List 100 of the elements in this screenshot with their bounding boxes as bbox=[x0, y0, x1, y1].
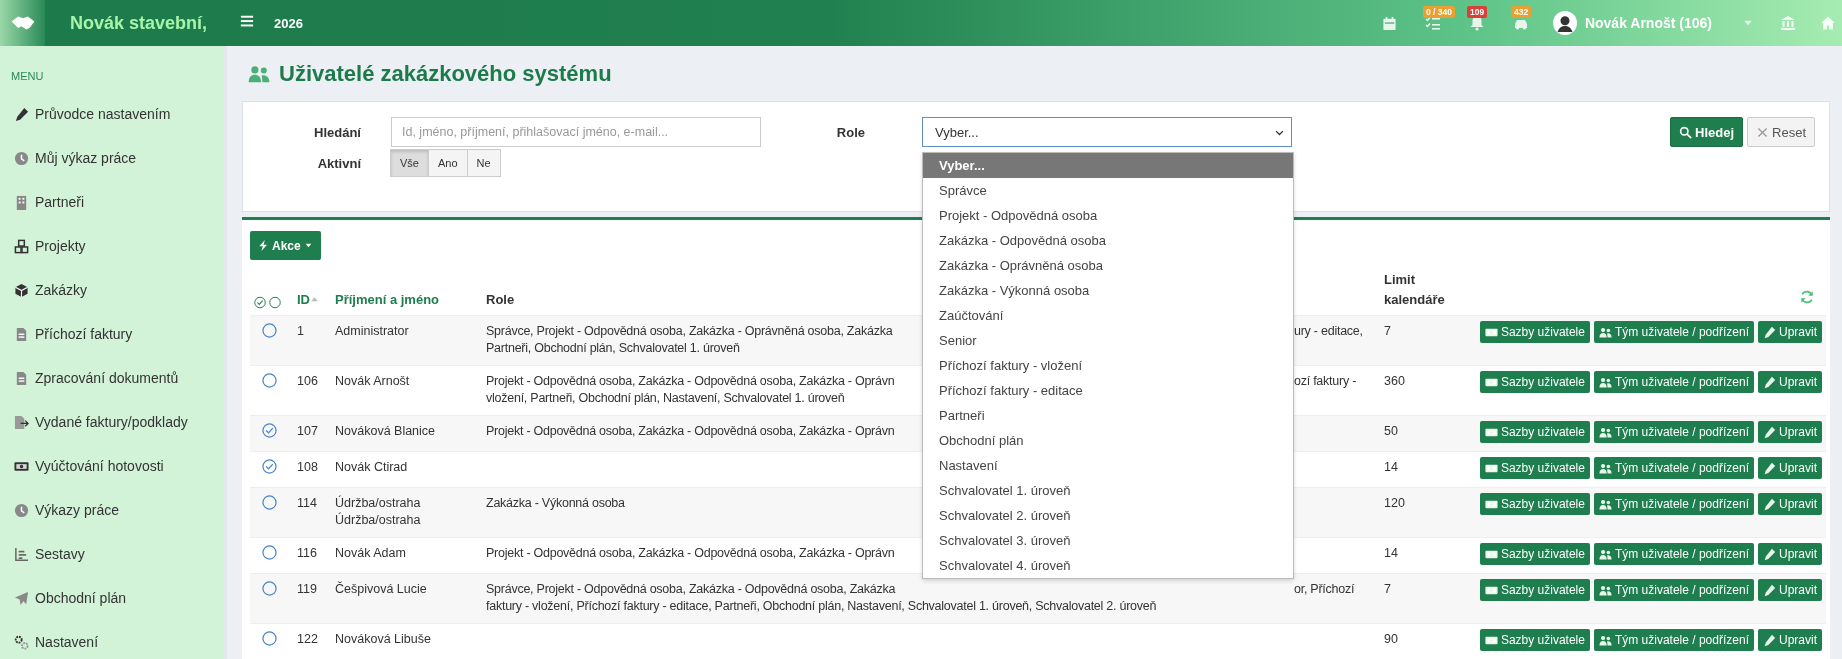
dropdown-option[interactable]: Partneři bbox=[923, 403, 1293, 428]
sidebar-item[interactable]: Vyúčtování hotovosti bbox=[35, 458, 164, 474]
table-cell: 360 bbox=[1384, 374, 1405, 388]
dropdown-option[interactable]: Vyber... bbox=[923, 153, 1293, 178]
table-cell: vložení, Partneři, Obchodní plán, Nastavení, Schvalovatel 1. úroveň bbox=[486, 390, 845, 407]
edit-button[interactable]: Upravit bbox=[1758, 629, 1822, 651]
dropdown-option[interactable]: Zakázka - Oprávněná osoba bbox=[923, 253, 1293, 278]
column-header: Role bbox=[486, 292, 515, 307]
dropdown-option[interactable]: Obchodní plán bbox=[923, 428, 1293, 453]
checklist-icon[interactable] bbox=[1424, 15, 1441, 31]
filter-toggle[interactable]: Vše bbox=[390, 149, 429, 177]
dropdown-option[interactable]: Projekt - Odpovědná osoba bbox=[923, 203, 1293, 228]
dropdown-option[interactable]: Schvalovatel 4. úroveň bbox=[923, 553, 1293, 578]
table-cell: Češpivová Lucie bbox=[335, 582, 427, 596]
column-header[interactable]: ID bbox=[297, 292, 310, 307]
rates-button[interactable]: Sazby uživatele bbox=[1479, 421, 1590, 443]
column-header[interactable]: Příjmení a jméno bbox=[335, 292, 440, 307]
sidebar-item[interactable]: Průvodce nastavením bbox=[35, 106, 171, 122]
filter-toggle[interactable]: Ne bbox=[466, 149, 501, 177]
table-cell: 90 bbox=[1384, 632, 1398, 646]
sidebar-item[interactable]: Vydané faktury/podklady bbox=[35, 414, 188, 430]
team-button[interactable]: Tým uživatele / podřízení bbox=[1593, 629, 1754, 651]
filter-toggle[interactable]: Ano bbox=[427, 149, 468, 177]
search-field[interactable]: Id, jméno, příjmení, přihlašovací jméno, e-mail... bbox=[391, 117, 761, 147]
dropdown-option[interactable]: Senior bbox=[923, 328, 1293, 353]
team-button[interactable]: Tým uživatele / podřízení bbox=[1593, 543, 1754, 565]
users-icon bbox=[1598, 583, 1612, 597]
edit-button[interactable]: Upravit bbox=[1758, 321, 1822, 343]
dropdown-option[interactable]: Příchozí faktury - editace bbox=[923, 378, 1293, 403]
table-cell: 114 bbox=[297, 496, 317, 510]
checked-circle-icon[interactable] bbox=[262, 459, 277, 474]
dropdown-option[interactable]: Zaúčtování bbox=[923, 303, 1293, 328]
team-button[interactable]: Tým uživatele / podřízení bbox=[1593, 421, 1754, 443]
rates-button[interactable]: Sazby uživatele bbox=[1479, 579, 1590, 601]
dropdown-option[interactable]: Schvalovatel 1. úroveň bbox=[923, 478, 1293, 503]
edit-button[interactable]: Upravit bbox=[1758, 421, 1822, 443]
table-cell: 7 bbox=[1384, 582, 1391, 596]
actions-button[interactable]: Akce bbox=[250, 231, 321, 260]
close-icon bbox=[1756, 125, 1770, 139]
year-label: 2026 bbox=[274, 15, 303, 31]
sidebar-item[interactable]: Obchodní plán bbox=[35, 590, 127, 606]
sidebar-item[interactable]: Nastavení bbox=[35, 634, 99, 650]
dropdown-option[interactable]: Schvalovatel 3. úroveň bbox=[923, 528, 1293, 553]
circle-icon[interactable] bbox=[269, 295, 281, 310]
dropdown-option[interactable]: Příchozí faktury - vložení bbox=[923, 353, 1293, 378]
users-icon bbox=[1598, 375, 1612, 389]
sidebar-item[interactable]: Můj výkaz práce bbox=[35, 150, 137, 166]
table-cell-text: Projekt - Odpovědná osoba, Zakázka - Odpovědná osoba, Zakázka - Oprávn bbox=[486, 373, 896, 390]
dropdown-option[interactable]: Správce bbox=[923, 178, 1293, 203]
rates-button[interactable]: Sazby uživatele bbox=[1479, 493, 1590, 515]
edit-button[interactable]: Upravit bbox=[1758, 579, 1822, 601]
checked-circle-icon[interactable] bbox=[262, 423, 277, 438]
team-button[interactable]: Tým uživatele / podřízení bbox=[1593, 493, 1754, 515]
dropdown-option[interactable]: Nastavení bbox=[923, 453, 1293, 478]
menu-icon[interactable] bbox=[240, 14, 254, 28]
table-cell: 106 bbox=[297, 374, 318, 388]
page-title: Uživatelé zakázkového systému bbox=[279, 60, 612, 87]
edit-button[interactable]: Upravit bbox=[1758, 457, 1822, 479]
dropdown-option[interactable]: Zakázka - Odpovědná osoba bbox=[923, 228, 1293, 253]
users-icon bbox=[1598, 497, 1612, 511]
search-button[interactable]: Hledej bbox=[1670, 117, 1744, 147]
pencil-icon bbox=[1763, 497, 1776, 511]
field-label: Role bbox=[835, 124, 865, 140]
sidebar-item[interactable]: Sestavy bbox=[35, 546, 85, 562]
sidebar-item[interactable]: Partneři bbox=[35, 194, 85, 210]
reset-button[interactable]: Reset bbox=[1747, 117, 1815, 147]
brand-name[interactable]: Novák stavební, bbox=[70, 12, 210, 34]
circle-icon[interactable] bbox=[262, 323, 277, 338]
team-button[interactable]: Tým uživatele / podřízení bbox=[1593, 457, 1754, 479]
rates-button[interactable]: Sazby uživatele bbox=[1479, 629, 1590, 651]
dropdown-option[interactable]: Zakázka - Výkonná osoba bbox=[923, 278, 1293, 303]
refresh-icon[interactable] bbox=[1800, 290, 1814, 304]
sidebar-item[interactable]: Projekty bbox=[35, 238, 86, 254]
pencil-icon bbox=[1763, 583, 1776, 597]
circle-icon[interactable] bbox=[262, 373, 277, 388]
dropdown-option[interactable]: Schvalovatel 2. úroveň bbox=[923, 503, 1293, 528]
clock-icon bbox=[14, 150, 29, 166]
table-cell: Administrator bbox=[335, 324, 409, 338]
team-button[interactable]: Tým uživatele / podřízení bbox=[1593, 371, 1754, 393]
calendar-icon[interactable] bbox=[1381, 15, 1397, 31]
edit-button[interactable]: Upravit bbox=[1758, 543, 1822, 565]
circle-icon[interactable] bbox=[262, 545, 277, 560]
sidebar-item[interactable]: Zakázky bbox=[35, 282, 88, 298]
rates-button[interactable]: Sazby uživatele bbox=[1479, 457, 1590, 479]
circle-icon[interactable] bbox=[262, 581, 277, 596]
edit-button[interactable]: Upravit bbox=[1758, 371, 1822, 393]
sidebar-item[interactable]: Výkazy práce bbox=[35, 502, 120, 518]
bolt-icon bbox=[258, 239, 269, 252]
rates-button[interactable]: Sazby uživatele bbox=[1479, 371, 1590, 393]
check-circle-icon[interactable] bbox=[254, 295, 266, 310]
circle-icon[interactable] bbox=[262, 495, 277, 510]
sidebar-item[interactable]: Zpracování dokumentů bbox=[35, 370, 179, 386]
users-icon bbox=[1598, 461, 1612, 475]
sidebar-item[interactable]: Příchozí faktury bbox=[35, 326, 133, 342]
team-button[interactable]: Tým uživatele / podřízení bbox=[1593, 321, 1754, 343]
edit-button[interactable]: Upravit bbox=[1758, 493, 1822, 515]
rates-button[interactable]: Sazby uživatele bbox=[1479, 321, 1590, 343]
rates-button[interactable]: Sazby uživatele bbox=[1479, 543, 1590, 565]
team-button[interactable]: Tým uživatele / podřízení bbox=[1593, 579, 1754, 601]
circle-icon[interactable] bbox=[262, 631, 277, 646]
